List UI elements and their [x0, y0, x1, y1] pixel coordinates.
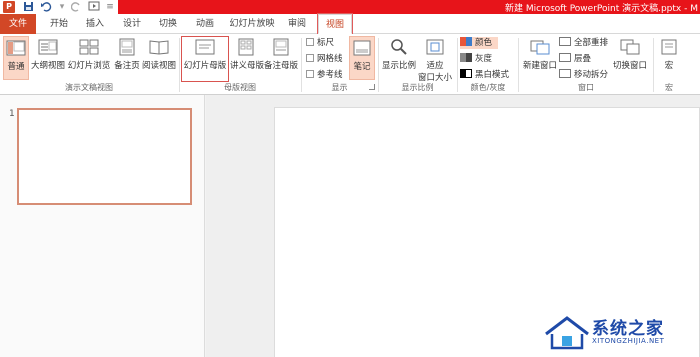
new-window-icon [530, 40, 550, 55]
macros-button[interactable]: 宏 [656, 36, 682, 80]
switch-window-icon [620, 39, 640, 55]
notes-page-button[interactable]: 备注页 [113, 36, 141, 80]
tab-review[interactable]: 审阅 [282, 14, 312, 34]
notes-page-icon [119, 38, 135, 56]
checkbox-icon [306, 54, 314, 62]
switch-window-button[interactable]: 切换窗口 [610, 36, 650, 80]
undo-icon[interactable] [40, 1, 52, 13]
watermark-url: XITONGZHIJIA.NET [592, 337, 665, 345]
tab-view[interactable]: 视图 [317, 13, 353, 35]
powerpoint-app-icon: P [3, 1, 15, 13]
tab-insert[interactable]: 插入 [80, 14, 110, 34]
ruler-checkbox[interactable]: 标尺 [306, 37, 334, 49]
slide-sorter-icon [79, 39, 99, 55]
outline-view-icon [38, 39, 58, 55]
grayscale-swatch-icon [460, 53, 472, 62]
cascade-button[interactable]: 层叠 [559, 53, 591, 65]
fit-to-window-button[interactable]: 适应 窗口大小 [417, 36, 453, 83]
group-label-color: 颜色/灰度 [470, 83, 506, 92]
tab-animations[interactable]: 动画 [190, 14, 220, 34]
notes-master-button[interactable]: 备注母版 [263, 36, 299, 80]
cascade-icon [559, 53, 571, 62]
grayscale-option[interactable]: 灰度 [460, 53, 492, 65]
magnifier-icon [391, 39, 407, 55]
notes-master-icon [273, 38, 289, 56]
checkbox-icon [306, 38, 314, 46]
tab-transitions[interactable]: 切换 [153, 14, 183, 34]
dialog-launcher-icon[interactable] [369, 84, 375, 90]
checkbox-icon [306, 70, 314, 78]
slide-master-icon [195, 39, 215, 55]
handout-master-button[interactable]: 讲义母版 [230, 36, 264, 80]
black-white-option[interactable]: 黑白模式 [460, 69, 509, 81]
slide-thumbnail[interactable] [17, 108, 192, 205]
notes-icon [353, 40, 371, 56]
group-label-master-views: 母版视图 [224, 83, 256, 92]
normal-view-button[interactable]: 普通 [3, 36, 29, 80]
start-from-beginning-icon[interactable] [88, 1, 100, 13]
tab-slideshow[interactable]: 幻灯片放映 [227, 14, 277, 34]
fit-window-icon [426, 39, 444, 55]
move-split-icon [559, 69, 571, 78]
tab-design[interactable]: 设计 [117, 14, 147, 34]
reading-view-button[interactable]: 阅读视图 [142, 36, 176, 80]
tab-file[interactable]: 文件 [0, 14, 36, 34]
arrange-all-icon [559, 37, 571, 46]
gridlines-checkbox[interactable]: 网格线 [306, 53, 343, 65]
title-bar: P ▾ ≡ 新建 Microsoft PowerPoint 演示文稿.pptx … [0, 0, 700, 14]
arrange-all-button[interactable]: 全部重排 [559, 37, 608, 49]
slide-number: 1 [9, 109, 15, 119]
group-label-window: 窗口 [578, 83, 594, 92]
redo-icon[interactable] [70, 1, 82, 13]
handout-master-icon [238, 38, 254, 56]
macros-icon [661, 39, 677, 55]
house-logo-icon [545, 316, 589, 350]
chevron-down-icon[interactable]: ▾ [56, 1, 68, 13]
watermark: 系统之家 XITONGZHIJIA.NET [540, 308, 700, 357]
color-swatch-icon [460, 37, 472, 46]
tab-home[interactable]: 开始 [44, 14, 74, 34]
outline-view-button[interactable]: 大纲视图 [31, 36, 65, 80]
zoom-button[interactable]: 显示比例 [381, 36, 417, 80]
group-label-presentation-views: 演示文稿视图 [65, 83, 113, 92]
slide-master-button[interactable]: 幻灯片母版 [181, 36, 229, 82]
save-icon[interactable] [22, 1, 34, 13]
ribbon-tabs: 文件 开始 插入 设计 切换 动画 幻灯片放映 审阅 视图 [0, 13, 700, 35]
title-area: 新建 Microsoft PowerPoint 演示文稿.pptx - M [118, 0, 700, 14]
group-label-zoom: 显示比例 [401, 83, 434, 92]
watermark-brand: 系统之家 [592, 319, 664, 339]
new-window-button[interactable]: 新建窗口 [520, 36, 560, 80]
ribbon: 普通 大纲视图 幻灯片浏览 备注页 阅读视图 演示文稿视图 幻灯片母版 讲义母版… [0, 34, 700, 95]
move-split-button[interactable]: 移动拆分 [559, 69, 608, 81]
guides-checkbox[interactable]: 参考线 [306, 69, 343, 81]
group-label-macros: 宏 [665, 83, 673, 92]
notes-button[interactable]: 笔记 [349, 36, 375, 80]
color-option[interactable]: 颜色 [460, 37, 499, 49]
ribbon-divider [518, 38, 519, 92]
slide-thumbnail-pane: 1 [0, 95, 205, 357]
group-label-show: 显示 [331, 83, 348, 92]
slide-sorter-button[interactable]: 幻灯片浏览 [67, 36, 111, 80]
reading-view-icon [149, 40, 169, 55]
black-white-swatch-icon [460, 69, 472, 78]
window-title: 新建 Microsoft PowerPoint 演示文稿.pptx - M [505, 4, 698, 14]
normal-view-icon [6, 40, 26, 56]
customize-toolbar-icon[interactable]: ≡ [104, 1, 116, 13]
